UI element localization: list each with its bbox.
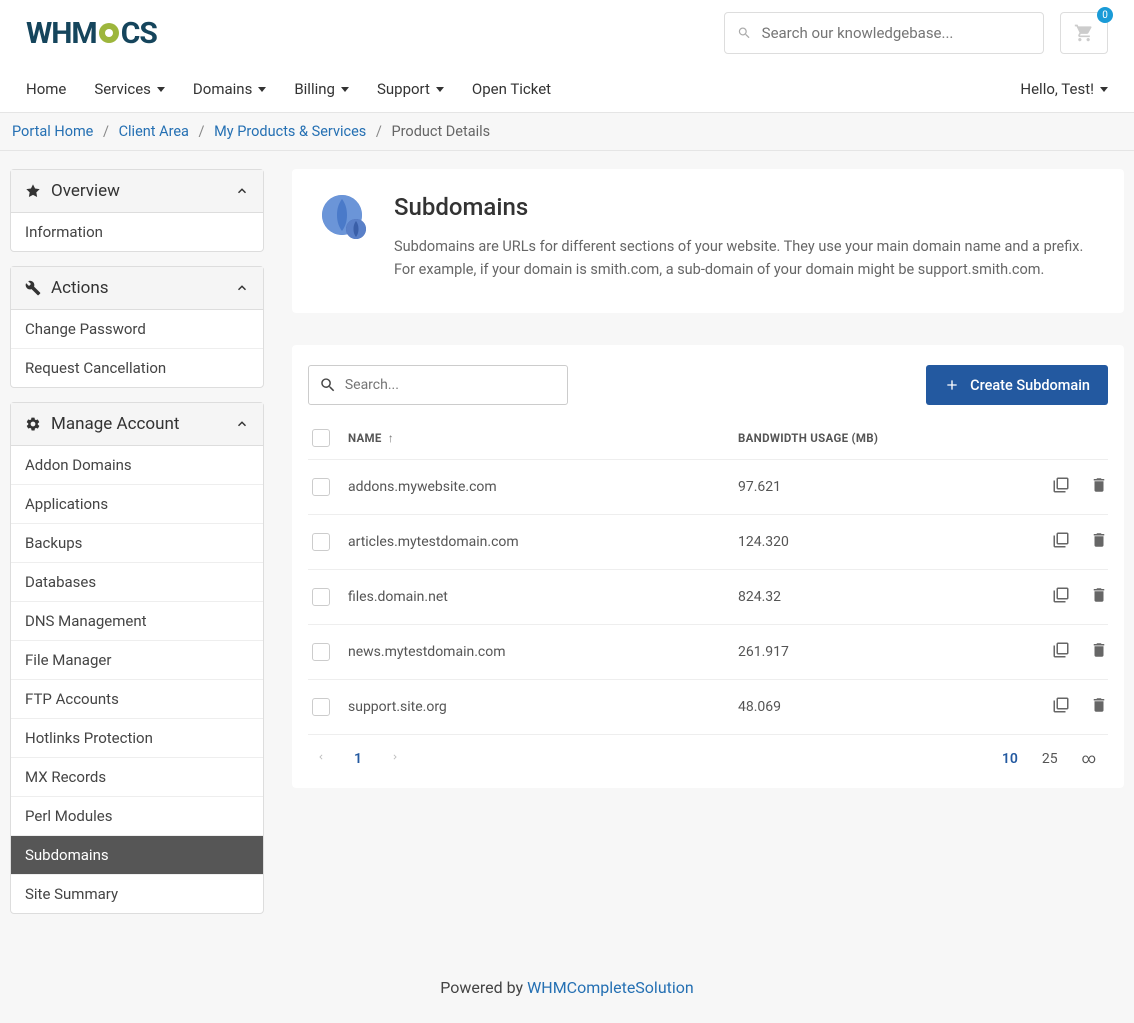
row-checkbox[interactable] <box>312 643 330 661</box>
page-number[interactable]: 1 <box>354 751 362 767</box>
cell-bandwidth: 124.320 <box>738 534 1018 550</box>
sidebar-item-applications[interactable]: Applications <box>11 485 263 524</box>
cell-bandwidth: 261.917 <box>738 644 1018 660</box>
page-size-10[interactable]: 10 <box>1002 751 1018 767</box>
sidebar-manage-header[interactable]: Manage Account <box>11 403 263 446</box>
page-title: Subdomains <box>394 193 1096 221</box>
sidebar-item-backups[interactable]: Backups <box>11 524 263 563</box>
caret-icon <box>157 87 165 92</box>
row-checkbox[interactable] <box>312 588 330 606</box>
caret-icon <box>436 87 444 92</box>
nav-billing[interactable]: Billing <box>294 66 349 112</box>
cell-name: files.domain.net <box>348 589 738 605</box>
sidebar-item-subdomains[interactable]: Subdomains <box>11 836 263 875</box>
logo[interactable]: WHMCS <box>26 16 157 51</box>
chevron-up-icon <box>235 281 249 295</box>
page-description: Subdomains are URLs for different sectio… <box>394 235 1096 281</box>
manage-icon[interactable] <box>1052 586 1070 608</box>
sort-asc-icon: ↑ <box>388 431 394 445</box>
cell-bandwidth: 824.32 <box>738 589 1018 605</box>
search-icon <box>319 375 337 395</box>
nav-support[interactable]: Support <box>377 66 444 112</box>
breadcrumb-current: Product Details <box>392 123 491 140</box>
page-prev[interactable] <box>316 749 326 768</box>
sidebar-actions-header[interactable]: Actions <box>11 267 263 310</box>
table-row: articles.mytestdomain.com 124.320 <box>308 515 1108 570</box>
caret-icon <box>258 87 266 92</box>
delete-icon[interactable] <box>1090 696 1108 718</box>
table-row: support.site.org 48.069 <box>308 680 1108 735</box>
cell-bandwidth: 48.069 <box>738 699 1018 715</box>
table-row: files.domain.net 824.32 <box>308 570 1108 625</box>
chevron-up-icon <box>235 417 249 431</box>
sidebar-item-file-manager[interactable]: File Manager <box>11 641 263 680</box>
nav-services[interactable]: Services <box>94 66 165 112</box>
cell-name: news.mytestdomain.com <box>348 644 738 660</box>
cell-name: support.site.org <box>348 699 738 715</box>
breadcrumb-link[interactable]: Portal Home <box>12 123 93 140</box>
sidebar-item-hotlinks-protection[interactable]: Hotlinks Protection <box>11 719 263 758</box>
user-menu[interactable]: Hello, Test! <box>1020 66 1108 112</box>
sidebar-item-perl-modules[interactable]: Perl Modules <box>11 797 263 836</box>
sidebar-item-dns-management[interactable]: DNS Management <box>11 602 263 641</box>
page-size-25[interactable]: 25 <box>1042 751 1058 767</box>
column-header-name[interactable]: NAME ↑ <box>348 431 738 445</box>
row-checkbox[interactable] <box>312 533 330 551</box>
sidebar-item-databases[interactable]: Databases <box>11 563 263 602</box>
cell-name: articles.mytestdomain.com <box>348 534 738 550</box>
sidebar-item-mx-records[interactable]: MX Records <box>11 758 263 797</box>
sidebar-item-information[interactable]: Information <box>11 213 263 251</box>
select-all-checkbox[interactable] <box>312 429 330 447</box>
wrench-icon <box>25 280 41 296</box>
table-row: addons.mywebsite.com 97.621 <box>308 460 1108 515</box>
manage-icon[interactable] <box>1052 641 1070 663</box>
sidebar-item-request-cancellation[interactable]: Request Cancellation <box>11 349 263 387</box>
caret-icon <box>341 87 349 92</box>
nav-open-ticket[interactable]: Open Ticket <box>472 66 551 112</box>
chevron-up-icon <box>235 184 249 198</box>
row-checkbox[interactable] <box>312 698 330 716</box>
plus-icon <box>944 377 960 393</box>
table-search-input[interactable] <box>345 377 557 393</box>
table-row: news.mytestdomain.com 261.917 <box>308 625 1108 680</box>
cell-name: addons.mywebsite.com <box>348 479 738 495</box>
sidebar-overview-header[interactable]: Overview <box>11 170 263 213</box>
footer-link[interactable]: WHMCompleteSolution <box>527 978 694 997</box>
delete-icon[interactable] <box>1090 531 1108 553</box>
manage-icon[interactable] <box>1052 696 1070 718</box>
page-size-all[interactable]: ∞ <box>1082 751 1096 767</box>
knowledgebase-search[interactable] <box>724 12 1044 54</box>
nav-domains[interactable]: Domains <box>193 66 266 112</box>
manage-icon[interactable] <box>1052 531 1070 553</box>
page-next[interactable] <box>390 749 400 768</box>
manage-icon[interactable] <box>1052 476 1070 498</box>
search-icon <box>737 25 752 41</box>
breadcrumb-link[interactable]: Client Area <box>119 123 189 140</box>
table-search[interactable] <box>308 365 568 405</box>
gear-icon <box>25 416 41 432</box>
sidebar-item-ftp-accounts[interactable]: FTP Accounts <box>11 680 263 719</box>
delete-icon[interactable] <box>1090 476 1108 498</box>
delete-icon[interactable] <box>1090 641 1108 663</box>
cell-bandwidth: 97.621 <box>738 479 1018 495</box>
create-subdomain-button[interactable]: Create Subdomain <box>926 365 1108 405</box>
cart-badge: 0 <box>1097 7 1113 23</box>
cart-icon <box>1074 23 1094 43</box>
knowledgebase-search-input[interactable] <box>762 24 1031 42</box>
column-header-bandwidth[interactable]: BANDWIDTH USAGE (MB) <box>738 431 1018 445</box>
footer: Powered by WHMCompleteSolution <box>0 952 1134 1023</box>
breadcrumb: Portal Home / Client Area / My Products … <box>0 113 1134 151</box>
cart-button[interactable]: 0 <box>1060 12 1108 54</box>
row-checkbox[interactable] <box>312 478 330 496</box>
delete-icon[interactable] <box>1090 586 1108 608</box>
globe-icon <box>320 193 368 241</box>
sidebar-item-addon-domains[interactable]: Addon Domains <box>11 446 263 485</box>
star-icon <box>25 183 41 199</box>
breadcrumb-link[interactable]: My Products & Services <box>214 123 366 140</box>
nav-home[interactable]: Home <box>26 66 66 112</box>
caret-icon <box>1100 87 1108 92</box>
sidebar-item-change-password[interactable]: Change Password <box>11 310 263 349</box>
